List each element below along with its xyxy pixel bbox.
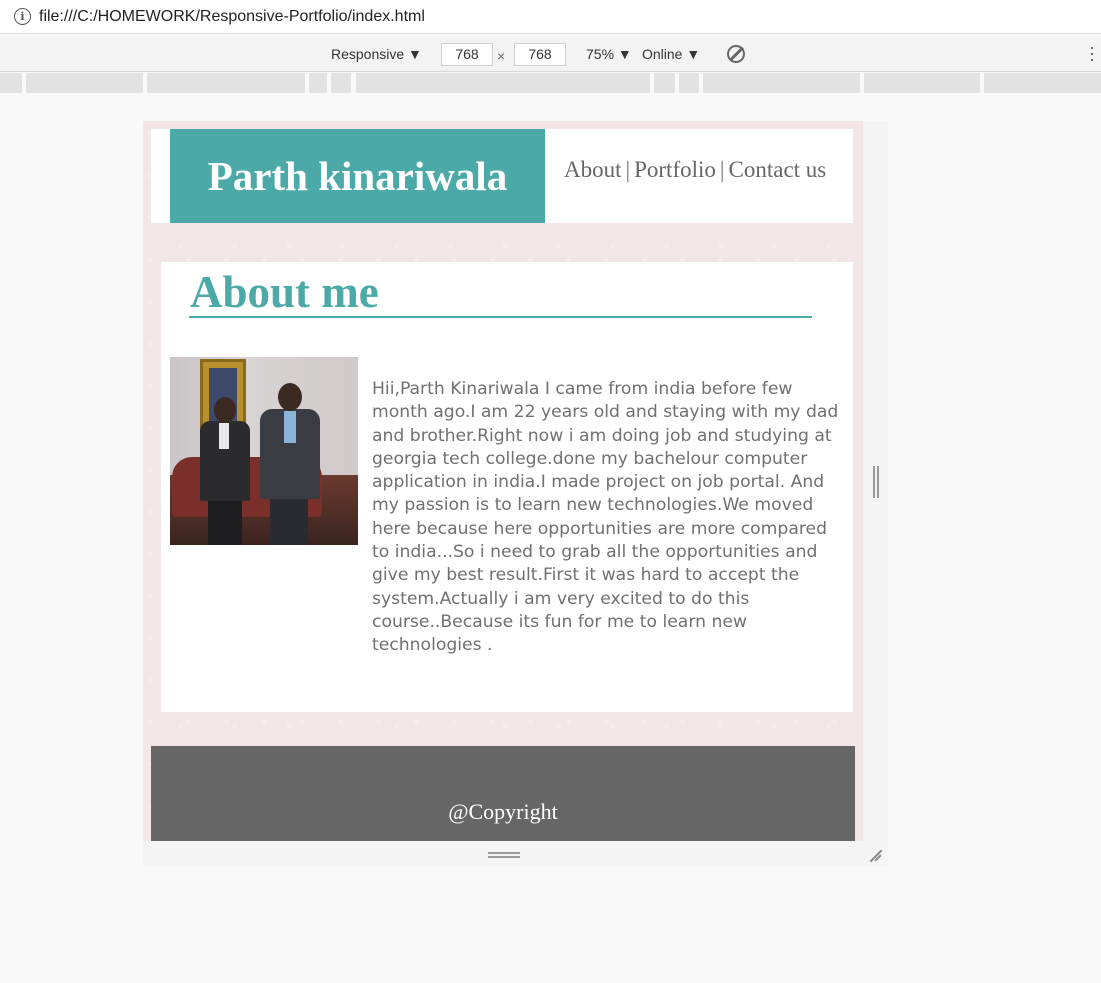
width-input[interactable]: 768	[441, 43, 493, 66]
about-section: About me Hii,Parth Kinariwala I came fro…	[161, 262, 853, 712]
times-label: ×	[497, 48, 506, 64]
media-query-segment[interactable]	[654, 73, 675, 93]
media-query-segment[interactable]	[679, 73, 699, 93]
device-select[interactable]: Responsive ▼	[331, 46, 422, 62]
heading-underline	[189, 316, 812, 318]
about-paragraph: Hii,Parth Kinariwala I came from india b…	[372, 379, 839, 656]
media-query-segment[interactable]	[864, 73, 980, 93]
device-select-label: Responsive	[331, 46, 405, 62]
info-icon[interactable]: i	[14, 8, 31, 25]
network-select[interactable]: Online ▼	[642, 46, 700, 62]
media-query-segment[interactable]	[309, 73, 327, 93]
caret-down-icon: ▼	[408, 46, 422, 62]
zoom-label: 75%	[586, 46, 615, 62]
network-label: Online	[642, 46, 683, 62]
media-query-segment[interactable]	[331, 73, 351, 93]
address-bar[interactable]: i file:///C:/HOMEWORK/Responsive-Portfol…	[0, 0, 1101, 34]
site-nav: About | Portfolio | Contact us	[564, 157, 826, 183]
site-header: Parth kinariwala About | Portfolio | Contact…	[151, 129, 853, 223]
site-brand[interactable]: Parth kinariwala	[170, 129, 545, 223]
about-heading: About me	[190, 267, 379, 317]
media-query-segment[interactable]	[703, 73, 860, 93]
nav-link-portfolio[interactable]: Portfolio	[634, 157, 716, 182]
url-text[interactable]: file:///C:/HOMEWORK/Responsive-Portfolio…	[39, 8, 425, 26]
nav-link-contact[interactable]: Contact us	[729, 157, 827, 182]
copyright-text: @Copyright	[448, 799, 558, 824]
resize-handle-right[interactable]	[872, 466, 880, 498]
more-options-icon[interactable]: · · ·	[1089, 38, 1095, 68]
height-input[interactable]: 768	[514, 43, 566, 66]
media-query-segment[interactable]	[0, 73, 22, 93]
emulated-viewport: Parth kinariwala About | Portfolio | Contact…	[143, 121, 863, 841]
caret-down-icon: ▼	[617, 46, 632, 62]
device-toolbar: Responsive ▼ 768 × 768 75% ▼ Online ▼ · ·…	[0, 36, 1101, 72]
resize-handle-bottom[interactable]	[488, 851, 520, 859]
rotate-icon[interactable]	[727, 45, 745, 63]
profile-photo	[170, 357, 358, 545]
zoom-select[interactable]: 75% ▼	[586, 46, 632, 62]
media-query-bar	[0, 73, 1101, 93]
site-footer: @Copyright	[151, 746, 855, 841]
media-query-segment[interactable]	[147, 73, 305, 93]
media-query-segment[interactable]	[356, 73, 650, 93]
nav-separator: |	[719, 157, 725, 182]
nav-separator: |	[625, 157, 631, 182]
media-query-segment[interactable]	[26, 73, 143, 93]
media-query-segment[interactable]	[984, 73, 1101, 93]
nav-link-about[interactable]: About	[564, 157, 622, 182]
resize-handle-corner[interactable]	[866, 846, 882, 862]
caret-down-icon: ▼	[686, 46, 701, 62]
